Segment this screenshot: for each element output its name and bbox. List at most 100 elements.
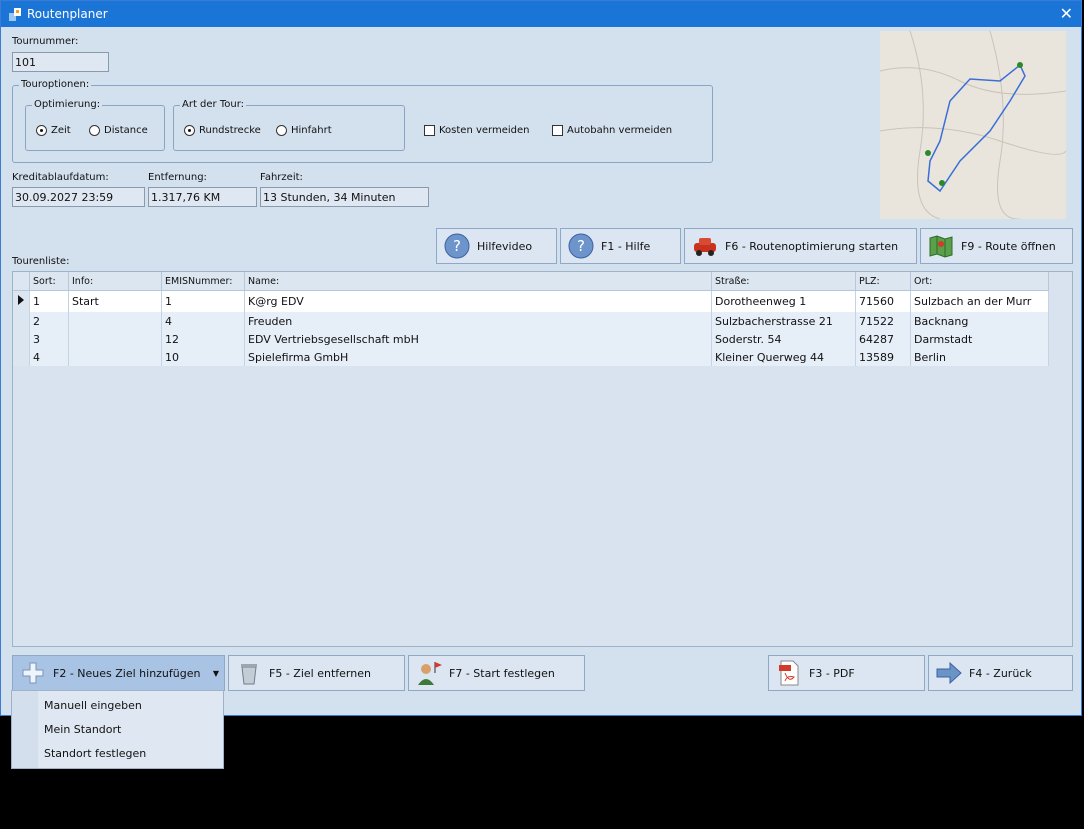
table-row[interactable]: 1 Start 1 K@rg EDV Dorotheenweg 1 71560 …	[13, 290, 1049, 312]
menu-item-manuell[interactable]: Manuell eingeben	[44, 699, 142, 712]
ziel-entfernen-label: F5 - Ziel entfernen	[269, 666, 371, 680]
map-icon	[929, 235, 953, 258]
tournummer-field[interactable]: 101	[12, 52, 109, 72]
fahrzeit-field[interactable]: 13 Stunden, 34 Minuten	[260, 187, 429, 207]
cell-name: Freuden	[244, 312, 712, 330]
col-info[interactable]: Info:	[68, 272, 162, 291]
menu-item-standort-festlegen[interactable]: Standort festlegen	[44, 747, 146, 760]
neues-ziel-button[interactable]: F2 - Neues Ziel hinzufügen ▼	[12, 655, 225, 691]
hilfevideo-button[interactable]: ? Hilfevideo	[436, 228, 557, 264]
radio-icon	[276, 125, 287, 136]
check-kosten[interactable]: Kosten vermeiden	[424, 125, 530, 136]
radio-hinfahrt-label: Hinfahrt	[291, 125, 332, 136]
cell-name: EDV Vertriebsgesellschaft mbH	[244, 330, 712, 348]
cell-info	[68, 312, 162, 330]
check-autobahn[interactable]: Autobahn vermeiden	[552, 125, 672, 136]
check-autobahn-label: Autobahn vermeiden	[567, 125, 673, 136]
tournummer-label: Tournummer:	[12, 36, 79, 47]
row-selector	[13, 348, 30, 366]
entfernung-label: Entfernung:	[148, 172, 207, 183]
radio-rundstrecke-label: Rundstrecke	[199, 125, 261, 136]
tourenliste-table: Sort: Info: EMISNummer: Name: Straße: PL…	[13, 272, 1049, 366]
hilfe-label: F1 - Hilfe	[601, 239, 651, 253]
route-map[interactable]	[880, 31, 1066, 219]
table-header-row: Sort: Info: EMISNummer: Name: Straße: PL…	[13, 272, 1049, 291]
col-sort[interactable]: Sort:	[29, 272, 69, 291]
cell-sort: 2	[29, 312, 69, 330]
kredit-field[interactable]: 30.09.2027 23:59	[12, 187, 145, 207]
plus-icon	[22, 662, 44, 684]
row-selector	[13, 312, 30, 330]
pdf-label: F3 - PDF	[809, 666, 855, 680]
table-row[interactable]: 2 4 Freuden Sulzbacherstrasse 21 71522 B…	[13, 312, 1049, 330]
cell-strasse: Sulzbacherstrasse 21	[711, 312, 856, 330]
cell-emis: 4	[161, 312, 245, 330]
ziel-entfernen-button[interactable]: F5 - Ziel entfernen	[228, 655, 405, 691]
cell-ort: Berlin	[910, 348, 1049, 366]
cell-ort: Sulzbach an der Murr	[910, 290, 1049, 312]
radio-rundstrecke[interactable]: Rundstrecke	[184, 125, 261, 136]
window-title: Routenplaner	[27, 7, 108, 21]
cell-name: Spielefirma GmbH	[244, 348, 712, 366]
cell-plz: 13589	[855, 348, 911, 366]
row-selector-header	[13, 272, 30, 291]
radio-hinfahrt[interactable]: Hinfahrt	[276, 125, 332, 136]
entfernung-field[interactable]: 1.317,76 KM	[148, 187, 257, 207]
chevron-down-icon[interactable]: ▼	[213, 669, 219, 678]
question-circle-icon: ?	[568, 233, 594, 259]
checkbox-icon	[552, 125, 563, 136]
art-label: Art der Tour:	[180, 99, 247, 110]
pdf-button[interactable]: F3 - PDF	[768, 655, 925, 691]
radio-selected-icon	[36, 125, 47, 136]
zurueck-button[interactable]: F4 - Zurück	[928, 655, 1073, 691]
cell-info	[68, 330, 162, 348]
cell-plz: 64287	[855, 330, 911, 348]
table-row[interactable]: 3 12 EDV Vertriebsgesellschaft mbH Soder…	[13, 330, 1049, 348]
cell-name: K@rg EDV	[244, 290, 712, 312]
route-oeffnen-button[interactable]: F9 - Route öffnen	[920, 228, 1073, 264]
close-icon[interactable]: ✕	[1060, 4, 1073, 23]
col-name[interactable]: Name:	[244, 272, 712, 291]
current-row-icon	[13, 290, 30, 312]
cell-ort: Backnang	[910, 312, 1049, 330]
cell-strasse: Dorotheenweg 1	[711, 290, 856, 312]
radio-zeit-label: Zeit	[51, 125, 71, 136]
title-bar: Routenplaner ✕	[1, 1, 1081, 27]
start-festlegen-button[interactable]: F7 - Start festlegen	[408, 655, 585, 691]
col-plz[interactable]: PLZ:	[855, 272, 911, 291]
hilfe-button[interactable]: ? F1 - Hilfe	[560, 228, 681, 264]
start-festlegen-label: F7 - Start festlegen	[449, 666, 555, 680]
car-icon	[694, 238, 716, 256]
table-row[interactable]: 4 10 Spielefirma GmbH Kleiner Querweg 44…	[13, 348, 1049, 366]
cell-plz: 71560	[855, 290, 911, 312]
cell-emis: 12	[161, 330, 245, 348]
tourenliste-label: Tourenliste:	[12, 256, 70, 267]
svg-text:?: ?	[453, 237, 461, 255]
checkbox-icon	[424, 125, 435, 136]
radio-distance[interactable]: Distance	[89, 125, 148, 136]
cell-sort: 4	[29, 348, 69, 366]
arrow-right-icon	[936, 661, 962, 685]
tourenliste-grid[interactable]: Sort: Info: EMISNummer: Name: Straße: PL…	[12, 271, 1073, 647]
cell-plz: 71522	[855, 312, 911, 330]
neues-ziel-dropdown-menu: Manuell eingeben Mein Standort Standort …	[11, 690, 224, 769]
pdf-icon	[779, 660, 799, 686]
col-emis[interactable]: EMISNummer:	[161, 272, 245, 291]
col-strasse[interactable]: Straße:	[711, 272, 856, 291]
routenoptimierung-button[interactable]: F6 - Routenoptimierung starten	[684, 228, 917, 264]
check-kosten-label: Kosten vermeiden	[439, 125, 530, 136]
hilfevideo-label: Hilfevideo	[477, 239, 533, 253]
radio-selected-icon	[184, 125, 195, 136]
kredit-label: Kreditablaufdatum:	[12, 172, 109, 183]
cell-strasse: Kleiner Querweg 44	[711, 348, 856, 366]
cell-strasse: Soderstr. 54	[711, 330, 856, 348]
col-ort[interactable]: Ort:	[910, 272, 1049, 291]
touroptionen-label: Touroptionen:	[19, 79, 92, 90]
route-oeffnen-label: F9 - Route öffnen	[961, 239, 1056, 253]
radio-zeit[interactable]: Zeit	[36, 125, 71, 136]
menu-item-mein-standort[interactable]: Mein Standort	[44, 723, 121, 736]
question-circle-icon: ?	[444, 233, 470, 259]
cell-emis: 10	[161, 348, 245, 366]
routenplaner-window: Routenplaner ✕ Tournummer: 101 Touroptio…	[0, 0, 1082, 716]
fahrzeit-label: Fahrzeit:	[260, 172, 303, 183]
